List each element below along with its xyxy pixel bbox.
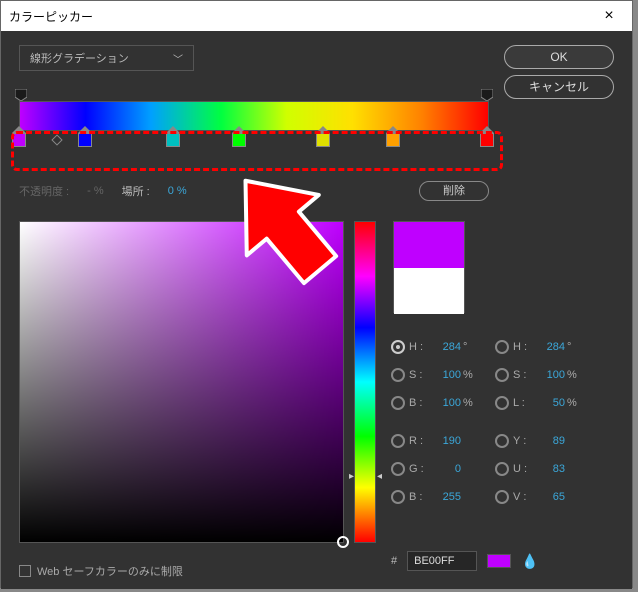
hex-input[interactable] bbox=[407, 551, 477, 571]
value-yuv-y[interactable]: 89 bbox=[535, 435, 565, 447]
value-hsl-h[interactable]: 284 bbox=[535, 341, 565, 353]
opacity-label: 不透明度 : bbox=[19, 183, 69, 199]
label-h: H : bbox=[409, 341, 431, 353]
value-hsb-b[interactable]: 100 bbox=[431, 397, 461, 409]
color-stop[interactable] bbox=[386, 133, 402, 149]
radio-b[interactable] bbox=[391, 396, 405, 410]
websafe-row: Web セーフカラーのみに制限 bbox=[19, 563, 183, 579]
radio-s[interactable] bbox=[391, 368, 405, 382]
color-values: H :284° H :284° S :100% S :100% B :100% … bbox=[391, 333, 621, 511]
value-hsb-h[interactable]: 284 bbox=[431, 341, 461, 353]
label-y: Y : bbox=[513, 435, 535, 447]
dialog-body: 線形グラデーション ﹀ OK キャンセル 不透明度 : - % 場所 : 0 %… bbox=[1, 31, 632, 589]
label-r: R : bbox=[409, 435, 431, 447]
radio-h[interactable] bbox=[391, 340, 405, 354]
label-g: G : bbox=[409, 463, 431, 475]
color-stop[interactable] bbox=[316, 133, 332, 149]
eyedropper-icon[interactable]: 💧 bbox=[521, 553, 538, 570]
radio-u[interactable] bbox=[495, 462, 509, 476]
midpoint-handle[interactable] bbox=[51, 134, 62, 145]
color-stop[interactable] bbox=[232, 133, 248, 149]
color-swatch bbox=[393, 221, 465, 313]
sv-cursor-icon bbox=[337, 536, 349, 548]
value-rgb-r[interactable]: 190 bbox=[431, 435, 461, 447]
color-picker-dialog: カラーピッカー × 線形グラデーション ﹀ OK キャンセル 不透明度 : - … bbox=[0, 0, 633, 588]
stop-info-row: 不透明度 : - % 場所 : 0 % 削除 bbox=[19, 181, 489, 201]
gradient-editor[interactable] bbox=[19, 101, 489, 131]
delete-button[interactable]: 削除 bbox=[419, 181, 489, 201]
value-hsl-l[interactable]: 50 bbox=[535, 397, 565, 409]
color-stop[interactable] bbox=[12, 133, 28, 149]
radio-s2[interactable] bbox=[495, 368, 509, 382]
gradient-type-dropdown[interactable]: 線形グラデーション ﹀ bbox=[19, 45, 194, 71]
label-s2: S : bbox=[513, 369, 535, 381]
radio-y[interactable] bbox=[495, 434, 509, 448]
cancel-button[interactable]: キャンセル bbox=[504, 75, 614, 99]
chevron-down-icon: ﹀ bbox=[173, 51, 183, 66]
label-h2: H : bbox=[513, 341, 535, 353]
radio-r[interactable] bbox=[391, 434, 405, 448]
hex-prefix: # bbox=[391, 555, 397, 567]
hue-slider[interactable] bbox=[354, 221, 376, 543]
color-stop[interactable] bbox=[166, 133, 182, 149]
color-stop[interactable] bbox=[480, 133, 496, 149]
radio-h2[interactable] bbox=[495, 340, 509, 354]
titlebar: カラーピッカー × bbox=[1, 1, 632, 31]
close-icon[interactable]: × bbox=[594, 7, 624, 25]
hue-pointer-right-icon: ◂ bbox=[377, 471, 382, 482]
label-u: U : bbox=[513, 463, 535, 475]
value-hsl-s[interactable]: 100 bbox=[535, 369, 565, 381]
hue-pointer-left-icon: ▸ bbox=[349, 471, 354, 482]
radio-b2[interactable] bbox=[391, 490, 405, 504]
radio-g[interactable] bbox=[391, 462, 405, 476]
opacity-value: - % bbox=[87, 185, 104, 197]
swatch-new[interactable] bbox=[394, 222, 464, 268]
radio-v[interactable] bbox=[495, 490, 509, 504]
label-b: B : bbox=[409, 397, 431, 409]
window-title: カラーピッカー bbox=[9, 8, 594, 25]
value-hsb-s[interactable]: 100 bbox=[431, 369, 461, 381]
websafe-label: Web セーフカラーのみに制限 bbox=[37, 563, 183, 579]
opacity-stop[interactable] bbox=[15, 89, 27, 101]
value-yuv-v[interactable]: 65 bbox=[535, 491, 565, 503]
label-v: V : bbox=[513, 491, 535, 503]
opacity-stop[interactable] bbox=[481, 89, 493, 101]
label-b2: B : bbox=[409, 491, 431, 503]
location-value[interactable]: 0 % bbox=[168, 185, 187, 197]
label-s: S : bbox=[409, 369, 431, 381]
value-rgb-g[interactable]: 0 bbox=[431, 463, 461, 475]
mini-swatch bbox=[487, 554, 511, 568]
label-l: L : bbox=[513, 397, 535, 409]
saturation-value-field[interactable] bbox=[19, 221, 344, 543]
swatch-old[interactable] bbox=[394, 268, 464, 314]
radio-l[interactable] bbox=[495, 396, 509, 410]
color-stop[interactable] bbox=[78, 133, 94, 149]
websafe-checkbox[interactable] bbox=[19, 565, 31, 577]
location-label: 場所 : bbox=[122, 183, 150, 199]
hex-row: # 💧 bbox=[391, 551, 539, 571]
value-yuv-u[interactable]: 83 bbox=[535, 463, 565, 475]
value-rgb-b[interactable]: 255 bbox=[431, 491, 461, 503]
gradient-type-label: 線形グラデーション bbox=[30, 50, 129, 66]
ok-button[interactable]: OK bbox=[504, 45, 614, 69]
